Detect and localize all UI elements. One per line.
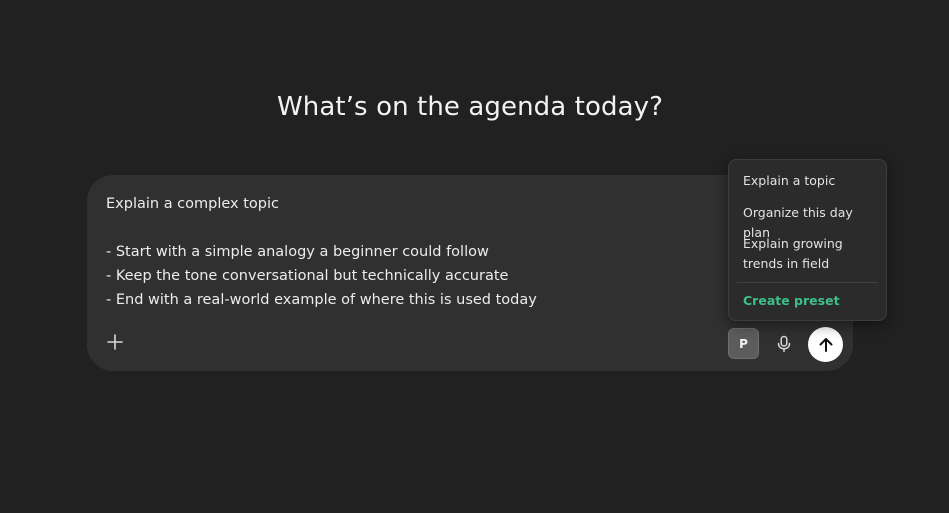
dictate-button[interactable]	[770, 330, 798, 358]
page-title: What’s on the agenda today?	[276, 92, 663, 122]
arrow-up-icon	[819, 337, 832, 352]
menu-divider	[737, 282, 878, 283]
preset-menu-item-explain-trends[interactable]: Explain growing trends in field	[743, 234, 863, 274]
add-attachment-button[interactable]	[101, 328, 129, 356]
prompt-input[interactable]: Explain a complex topic - Start with a s…	[106, 192, 726, 312]
page: What’s on the agenda today? Explain a co…	[0, 0, 949, 513]
preset-dropdown-menu: Explain a topic Organize this day plan E…	[728, 159, 887, 321]
preset-menu-item-explain-topic[interactable]: Explain a topic	[743, 171, 879, 191]
send-button[interactable]	[808, 327, 843, 362]
preset-button[interactable]: P	[728, 328, 759, 359]
microphone-icon	[777, 335, 791, 353]
plus-icon	[107, 334, 123, 350]
create-preset-button[interactable]: Create preset	[743, 291, 840, 311]
